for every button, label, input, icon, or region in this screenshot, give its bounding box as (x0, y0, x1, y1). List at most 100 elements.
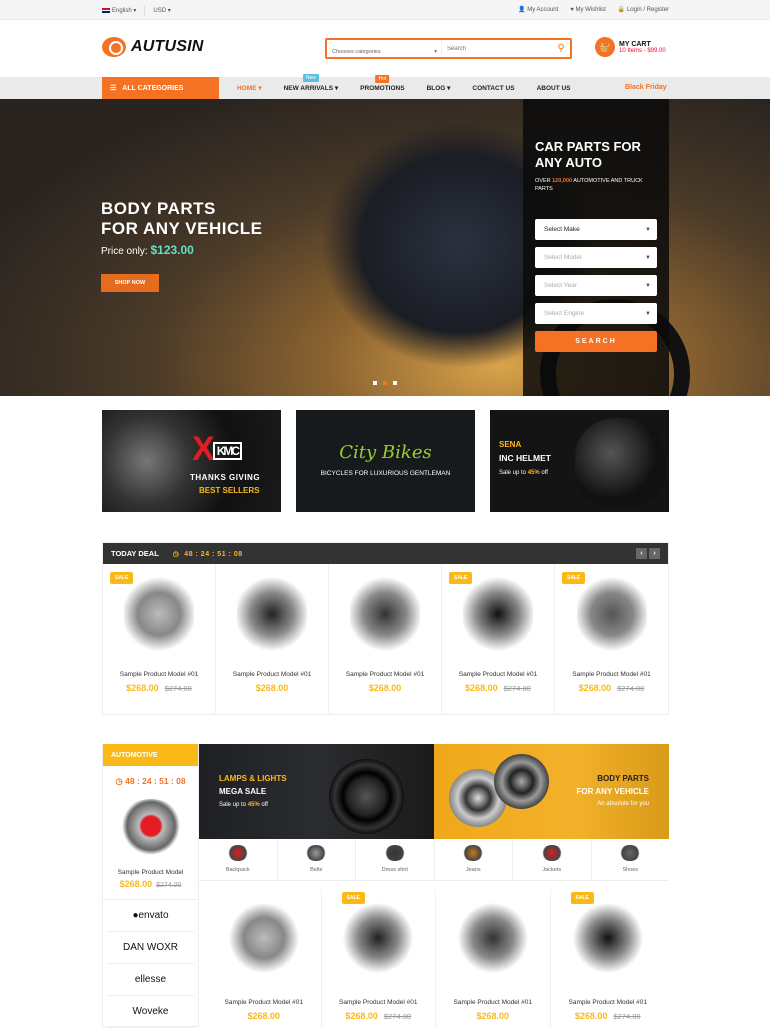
chevron-down-icon: ▾ (258, 85, 262, 92)
search-button[interactable]: ⚲ (552, 43, 570, 54)
product-image[interactable] (572, 902, 643, 974)
brand-logo[interactable]: Woveke (107, 996, 194, 1028)
banner-lamps-lights[interactable]: LAMPS & LIGHTS MEGA SALE Sale up to 45% … (199, 744, 434, 839)
product-image[interactable] (237, 574, 307, 654)
next-arrow-button[interactable]: › (649, 548, 660, 559)
select-year[interactable]: Select Year ▼ (535, 275, 657, 296)
old-price: $274.00 (617, 684, 645, 693)
category-item[interactable]: Shoes (592, 839, 670, 880)
caret-down-icon: ▼ (645, 310, 651, 317)
banner-sena-helmet[interactable]: SENA INC HELMET Sale up to 45% off (490, 410, 669, 512)
product-card[interactable]: SALE Sample Product Model #01 $268.00 $274.… (551, 890, 666, 1027)
select-engine[interactable]: Select Engine ▼ (535, 303, 657, 324)
product-image[interactable] (463, 574, 533, 654)
product-card[interactable]: Sample Product Model #01 $268.00 (207, 890, 322, 1027)
product-image[interactable] (576, 574, 647, 654)
old-price: $274.00 (383, 1012, 412, 1021)
brand-logo[interactable]: ●envato (107, 900, 194, 932)
product-price: $268.00 (255, 683, 289, 693)
mini-cart[interactable]: 🧺 MY CART 10 Items - $99.00 (595, 37, 666, 57)
select-model[interactable]: Select Model ▼ (535, 247, 657, 268)
wishlist-link[interactable]: ♥ My Wishlist (570, 7, 606, 13)
nav-item-about-us[interactable]: ABOUT US (537, 85, 571, 92)
category-icon (462, 845, 485, 861)
black-friday-link[interactable]: Black Friday (625, 84, 667, 91)
turbo-image[interactable] (115, 799, 186, 859)
product-name[interactable]: Sample Product Model #01 (103, 671, 215, 678)
product-price: $268.00 $274.00 (119, 879, 182, 889)
product-name[interactable]: Sample Product Model #01 (322, 999, 436, 1006)
product-card[interactable]: Sample Product Model #01 $268.00 (436, 890, 551, 1027)
automotive-title: AUTOMOTIVE (103, 744, 198, 766)
my-account-link[interactable]: 👤 My Account (518, 6, 558, 13)
product-card[interactable]: SALE Sample Product Model #01 $268.00 $274.… (322, 890, 436, 1027)
product-image[interactable] (124, 574, 194, 654)
brand-logo[interactable]: DAN WOXR (107, 932, 194, 964)
slide-dot[interactable] (393, 381, 397, 385)
today-deal-section: TODAY DEAL ◷ 48 : 24 : 51 : 08 ‹ › SALE S… (102, 542, 669, 715)
hero-title: BODY PARTS FOR ANY VEHICLE (101, 199, 263, 238)
product-name[interactable]: Sample Product Model (103, 869, 198, 876)
product-name[interactable]: Sample Product Model #01 (216, 671, 328, 678)
product-image[interactable] (457, 902, 528, 974)
finder-title: CAR PARTS FOR ANY AUTO (535, 139, 641, 170)
category-item[interactable]: Jackets (513, 839, 592, 880)
sale-badge: SALE (570, 892, 594, 904)
shop-now-button[interactable]: SHOP NOW (101, 274, 159, 292)
product-card[interactable]: SALE Sample Product Model #01 $268.00 $274.… (555, 564, 668, 714)
product-card[interactable]: SALE Sample Product Model #01 $268.00 $274.… (442, 564, 555, 714)
slide-dot[interactable] (373, 381, 377, 385)
product-name[interactable]: Sample Product Model #01 (436, 999, 550, 1006)
category-item[interactable]: Jeans (435, 839, 513, 880)
category-item[interactable]: Backpack (199, 839, 278, 880)
today-deal-header: TODAY DEAL ◷ 48 : 24 : 51 : 08 ‹ › (103, 543, 668, 564)
login-register-link[interactable]: 🔒 Login / Register (618, 6, 669, 13)
sale-badge: SALE (449, 572, 473, 584)
nav-item-blog[interactable]: BLOG ▾ (427, 84, 451, 92)
banner-city-bikes[interactable]: City Bikes BICYCLES FOR LUXURIOUS GENTLE… (296, 410, 475, 512)
all-categories-button[interactable]: ☰ ALL CATEGORIES (102, 77, 219, 99)
nav-item-promotions[interactable]: PROMOTIONS Hot (360, 74, 405, 92)
logo[interactable]: AUTUSIN (102, 37, 204, 57)
product-price: $268.00 (476, 1011, 510, 1021)
currency-selector[interactable]: USD ▾ (153, 7, 170, 14)
product-image[interactable] (350, 574, 420, 654)
automotive-sidebar: AUTOMOTIVE ◷ 48 : 24 : 51 : 08 Sample Pr… (102, 744, 199, 1028)
divider (144, 6, 146, 15)
product-name[interactable]: Sample Product Model #01 (329, 671, 441, 678)
product-image[interactable] (228, 902, 299, 974)
product-name[interactable]: Sample Product Model #01 (207, 999, 321, 1006)
slider-dots (373, 381, 397, 385)
product-card[interactable]: Sample Product Model #01 $268.00 (329, 564, 442, 714)
prev-arrow-button[interactable]: ‹ (636, 548, 647, 559)
nav-item-home[interactable]: HOME ▾ (237, 84, 262, 92)
sale-badge: SALE (110, 572, 134, 584)
language-selector[interactable]: English ▾ (102, 7, 136, 14)
slide-dot-active[interactable] (383, 381, 387, 385)
product-name[interactable]: Sample Product Model #01 (442, 671, 554, 678)
old-price: $274.00 (613, 1012, 641, 1021)
banner-xd-kmc[interactable]: X KMC THANKS GIVING BEST SELLERS (102, 410, 281, 512)
deal-products: SALE Sample Product Model #01 $268.00 $274.… (103, 564, 668, 714)
finder-search-button[interactable]: SEARCH (535, 331, 657, 352)
product-card[interactable]: Sample Product Model #01 $268.00 (216, 564, 329, 714)
lock-icon: 🔒 (617, 7, 626, 13)
select-make[interactable]: Select Make ▼ (535, 219, 657, 240)
product-name[interactable]: Sample Product Model #01 (551, 999, 666, 1006)
uk-flag-icon (102, 7, 110, 13)
search-input[interactable] (442, 45, 552, 52)
search-category-select[interactable]: Chooses categories ▾ (327, 40, 442, 57)
category-item[interactable]: Belts (278, 839, 356, 880)
sale-badge: SALE (562, 572, 586, 584)
nav-item-new-arrivals[interactable]: NEW ARRIVALS ▾ New (284, 74, 338, 92)
nav-item-contact-us[interactable]: CONTACT US (472, 85, 514, 92)
banner-body-parts[interactable]: BODY PARTS FOR ANY VEHICLE An absolute f… (434, 744, 669, 839)
finder-subtitle: OVER 120,000 AUTOMOTIVE AND TRUCK PARTS (535, 178, 643, 192)
product-name[interactable]: Sample Product Model #01 (555, 671, 668, 678)
brand-logo[interactable]: ellesse (107, 964, 194, 996)
category-item[interactable]: Dress shirt (356, 839, 435, 880)
cart-title: MY CART (619, 40, 651, 48)
product-card[interactable]: SALE Sample Product Model #01 $268.00 $274.… (103, 564, 216, 714)
basket-icon: 🧺 (595, 37, 615, 57)
product-image[interactable] (343, 902, 414, 974)
